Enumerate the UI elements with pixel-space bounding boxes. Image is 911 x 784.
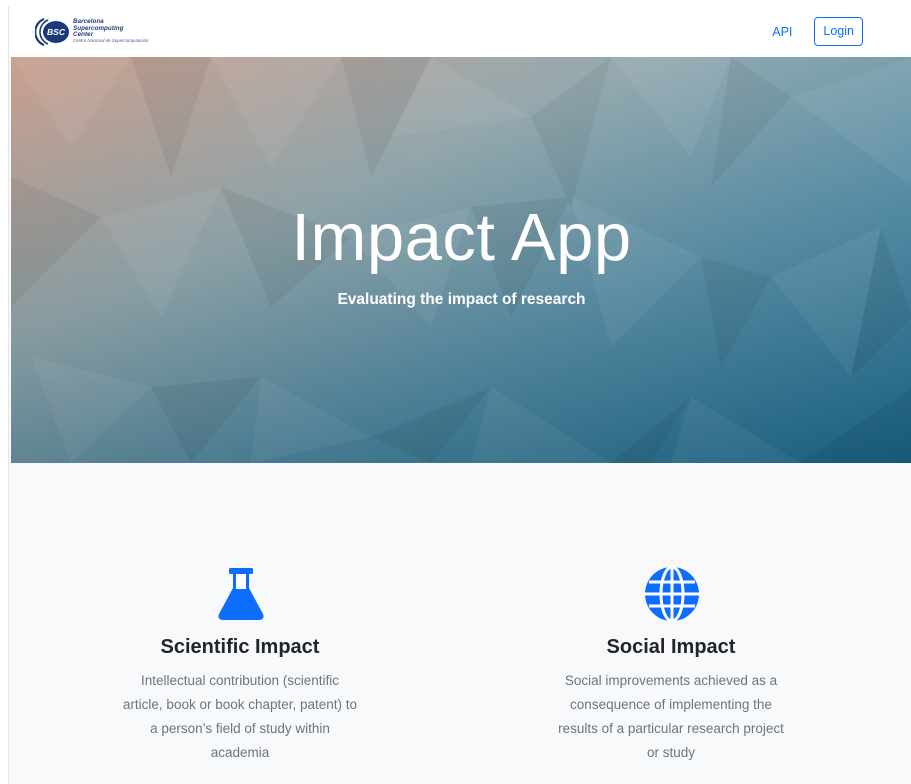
nav-actions: API Login — [772, 17, 863, 46]
bsc-logo[interactable]: BSC Barcelona Supercomputing Center Cent… — [34, 16, 148, 48]
bsc-logo-mark-text: BSC — [47, 27, 66, 37]
globe-icon — [644, 565, 700, 623]
logo-subline: Centro Nacional de Supercomputación — [73, 38, 149, 44]
feature-description: Social improvements achieved as a conseq… — [558, 673, 784, 760]
api-link[interactable]: API — [772, 25, 792, 39]
features-section: Scientific Impact Intellectual contribut… — [9, 463, 911, 784]
hero-subtitle: Evaluating the impact of research — [337, 291, 586, 308]
feature-title: Scientific Impact — [160, 636, 320, 658]
bsc-logo-text: Barcelona Supercomputing Center Centro N… — [73, 19, 148, 43]
hero-banner: Impact App Evaluating the impact of rese… — [11, 57, 911, 463]
feature-title: Social Impact — [606, 636, 736, 658]
feature-description: Intellectual contribution (scientific ar… — [122, 673, 358, 760]
bsc-logo-mark: BSC — [34, 16, 71, 48]
hero-title: Impact App — [291, 200, 632, 275]
navbar: BSC Barcelona Supercomputing Center Cent… — [9, 6, 911, 57]
flask-icon — [213, 566, 269, 622]
page-frame: BSC Barcelona Supercomputing Center Cent… — [8, 6, 911, 784]
login-button[interactable]: Login — [814, 17, 863, 46]
